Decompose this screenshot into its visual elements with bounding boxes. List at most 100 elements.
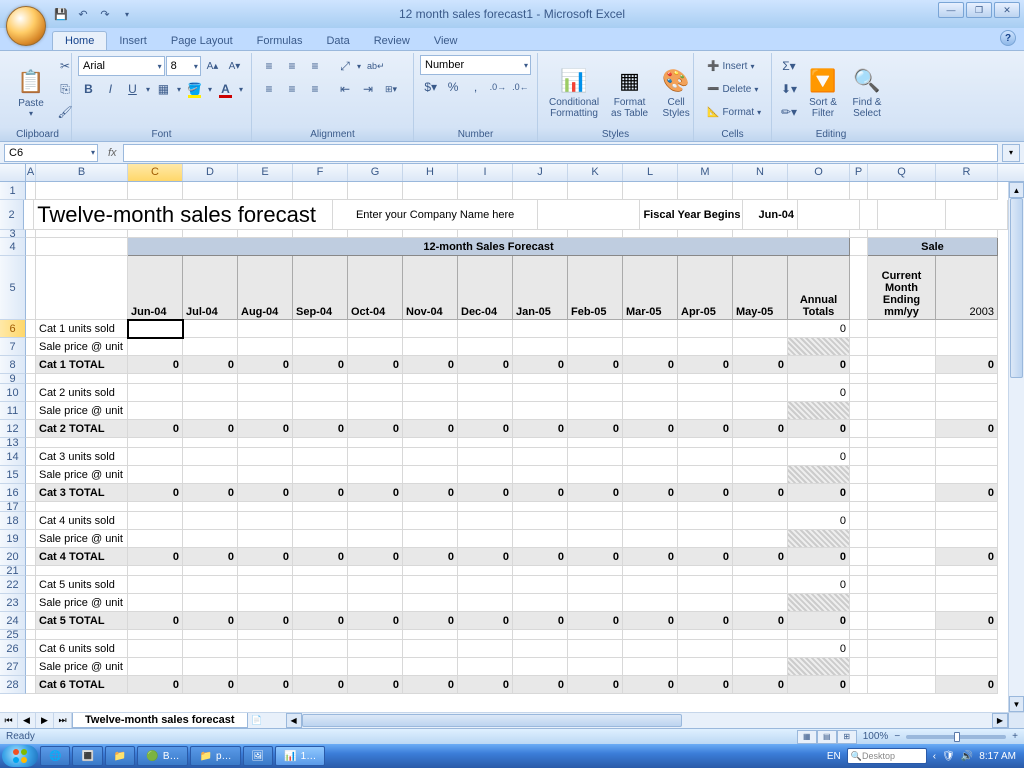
cell[interactable] xyxy=(868,466,936,484)
cell[interactable] xyxy=(568,230,623,238)
cell[interactable] xyxy=(788,230,850,238)
cell[interactable] xyxy=(458,576,513,594)
cat-total[interactable]: 0 xyxy=(238,676,293,694)
cell[interactable] xyxy=(568,530,623,548)
cell[interactable] xyxy=(733,448,788,466)
col-header-C[interactable]: C xyxy=(128,164,183,181)
cell[interactable] xyxy=(293,640,348,658)
cell[interactable] xyxy=(936,502,998,512)
cell[interactable] xyxy=(293,402,348,420)
cat-total[interactable]: 0 xyxy=(403,356,458,374)
cell[interactable] xyxy=(798,200,860,230)
cell[interactable] xyxy=(403,338,458,356)
zoom-in-button[interactable]: + xyxy=(1012,731,1018,742)
cell[interactable] xyxy=(788,630,850,640)
delete-cells-button[interactable]: ➖Delete▾ xyxy=(700,78,765,100)
qat-customize-icon[interactable]: ▾ xyxy=(118,5,136,23)
cat-total[interactable]: 0 xyxy=(348,676,403,694)
cell[interactable] xyxy=(183,466,238,484)
cell[interactable] xyxy=(458,384,513,402)
taskbar-item-2[interactable]: 🔳 xyxy=(72,746,102,766)
cell[interactable] xyxy=(733,230,788,238)
col-header-N[interactable]: N xyxy=(733,164,788,181)
align-bottom-button[interactable]: ≡ xyxy=(304,55,326,77)
cell[interactable] xyxy=(623,530,678,548)
cell[interactable] xyxy=(348,658,403,676)
cell[interactable] xyxy=(513,640,568,658)
col-header-I[interactable]: I xyxy=(458,164,513,181)
cell[interactable] xyxy=(678,576,733,594)
cell[interactable] xyxy=(458,374,513,384)
cell[interactable] xyxy=(128,374,183,384)
cell[interactable] xyxy=(513,182,568,200)
cell[interactable] xyxy=(513,230,568,238)
row-header-25[interactable]: 25 xyxy=(0,630,26,640)
cat-total-label[interactable]: Cat 2 TOTAL xyxy=(36,420,128,438)
row-header-16[interactable]: 16 xyxy=(0,484,26,502)
cell[interactable] xyxy=(936,466,998,484)
col-header-G[interactable]: G xyxy=(348,164,403,181)
cell[interactable] xyxy=(850,402,868,420)
fy-value[interactable]: Jun-04 xyxy=(743,200,798,230)
cat-total[interactable]: 0 xyxy=(183,484,238,502)
cell[interactable] xyxy=(850,530,868,548)
cat-total[interactable]: 0 xyxy=(293,612,348,630)
cell[interactable] xyxy=(678,230,733,238)
redo-icon[interactable]: ↷ xyxy=(96,5,114,23)
cell[interactable] xyxy=(26,374,36,384)
month-header[interactable]: Oct-04 xyxy=(348,256,403,320)
save-icon[interactable]: 💾 xyxy=(52,5,70,23)
paste-button[interactable]: 📋 Paste ▾ xyxy=(10,55,52,128)
cell[interactable] xyxy=(36,230,128,238)
cell[interactable] xyxy=(733,640,788,658)
cell[interactable] xyxy=(860,200,878,230)
minimize-button[interactable]: — xyxy=(938,2,964,18)
cell[interactable] xyxy=(678,374,733,384)
annual-units[interactable]: 0 xyxy=(788,512,850,530)
taskbar-excel[interactable]: 📊1… xyxy=(275,746,325,766)
cat-units-label[interactable]: Cat 2 units sold xyxy=(36,384,128,402)
cell[interactable] xyxy=(733,530,788,548)
cell[interactable] xyxy=(513,402,568,420)
cell[interactable] xyxy=(513,512,568,530)
cell[interactable] xyxy=(733,576,788,594)
horizontal-scrollbar[interactable]: ◀ ▶ xyxy=(286,713,1008,728)
cell[interactable] xyxy=(403,530,458,548)
cell[interactable] xyxy=(403,594,458,612)
cat-total[interactable]: 0 xyxy=(348,548,403,566)
cat-total[interactable]: 0 xyxy=(623,676,678,694)
cat-total[interactable]: 0 xyxy=(238,420,293,438)
cat-price-label[interactable]: Sale price @ unit xyxy=(36,594,128,612)
cat-total[interactable]: 0 xyxy=(568,612,623,630)
cat-total[interactable]: 0 xyxy=(513,612,568,630)
cell[interactable] xyxy=(183,320,238,338)
cell[interactable] xyxy=(868,640,936,658)
cell[interactable] xyxy=(238,402,293,420)
cat-total[interactable]: 0 xyxy=(403,484,458,502)
cat-total[interactable]: 0 xyxy=(293,356,348,374)
cat-total[interactable]: 0 xyxy=(238,356,293,374)
select-all-corner[interactable] xyxy=(0,164,26,181)
cat-units-label[interactable]: Cat 5 units sold xyxy=(36,576,128,594)
col-header-J[interactable]: J xyxy=(513,164,568,181)
row-header-20[interactable]: 20 xyxy=(0,548,26,566)
cell[interactable] xyxy=(24,200,34,230)
cell[interactable]: 0 xyxy=(936,356,998,374)
cell[interactable] xyxy=(623,576,678,594)
cell[interactable] xyxy=(850,448,868,466)
row-header-14[interactable]: 14 xyxy=(0,448,26,466)
cat-total[interactable]: 0 xyxy=(293,676,348,694)
cell[interactable] xyxy=(183,630,238,640)
cell[interactable] xyxy=(623,182,678,200)
cell[interactable] xyxy=(403,466,458,484)
cell[interactable] xyxy=(678,566,733,576)
cell[interactable] xyxy=(36,182,128,200)
grow-font-button[interactable]: A▴ xyxy=(202,55,223,77)
cell[interactable] xyxy=(538,200,641,230)
cell[interactable] xyxy=(868,594,936,612)
cat-total[interactable]: 0 xyxy=(128,612,183,630)
cat-total[interactable]: 0 xyxy=(238,484,293,502)
cell[interactable] xyxy=(293,338,348,356)
cell[interactable] xyxy=(936,182,998,200)
cell[interactable] xyxy=(513,658,568,676)
